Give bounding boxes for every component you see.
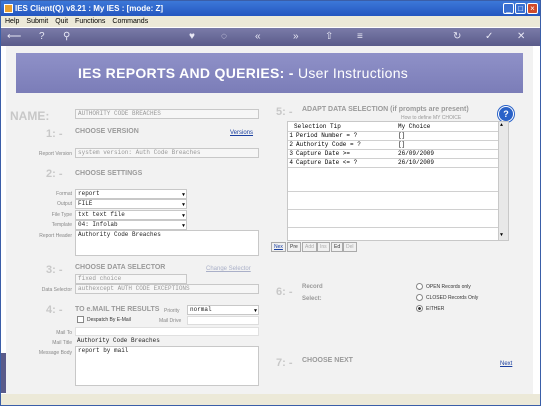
name-label: NAME: <box>10 109 50 123</box>
col-selection-tip: Selection Tip <box>294 123 341 130</box>
col-my-choice: My Choice <box>398 123 431 130</box>
mail-drive-field[interactable] <box>187 316 259 325</box>
output-label: Output <box>56 201 72 207</box>
chevron-down-icon: ▼ <box>253 308 257 314</box>
minimize-button[interactable]: _ <box>503 3 514 14</box>
despatch-checkbox[interactable]: Despatch By E-Mail <box>77 316 131 323</box>
report-header-label: Report Header <box>39 233 72 239</box>
history-icon[interactable]: ◌ <box>221 31 227 43</box>
insert-row-button[interactable]: Ins <box>317 242 330 252</box>
data-selector-label: Data Selector <box>41 287 72 293</box>
chevron-down-icon: ▼ <box>181 223 185 229</box>
template-select[interactable]: 04: Infolab ▼ <box>75 220 187 230</box>
data-selector-field[interactable]: authexcept AUTH CODE EXCEPTIONS <box>75 284 259 294</box>
step-1-label: 1: - <box>46 128 63 140</box>
adapt-selection-heading: ADAPT DATA SELECTION (if prompts are pre… <box>302 106 469 113</box>
app-window: IES Client(Q) v8.21 : My IES : [mode: Z]… <box>0 0 541 406</box>
scroll-down-icon[interactable]: ▼ <box>500 232 503 238</box>
choose-version-heading: CHOOSE VERSION <box>75 128 139 135</box>
select-label: Select: <box>302 296 322 302</box>
main-content: IES REPORTS AND QUERIES: - User Instruct… <box>6 46 533 394</box>
choose-data-selector-heading: CHOOSE DATA SELECTOR <box>75 264 166 271</box>
mail-to-field[interactable] <box>75 327 259 336</box>
report-version-label: Report Version <box>38 151 72 157</box>
report-name-field[interactable]: AUTHORITY CODE BREACHES <box>75 109 259 119</box>
cancel-icon[interactable]: ✕ <box>517 31 525 43</box>
record-label: Record <box>302 284 323 290</box>
next-link[interactable]: Next <box>500 361 512 367</box>
radio-closed-records[interactable]: CLOSED Records Only <box>416 294 478 301</box>
window-title: IES Client(Q) v8.21 : My IES : [mode: Z] <box>15 4 164 13</box>
radio-either[interactable]: EITHER <box>416 305 444 312</box>
edit-row-button[interactable]: Ed <box>331 242 344 252</box>
help-icon[interactable]: ? <box>39 31 45 43</box>
menu-help[interactable]: Help <box>5 18 19 25</box>
menu-quit[interactable]: Quit <box>55 18 68 25</box>
selection-table: Selection Tip My Choice 1 Period Number = … <box>287 121 509 241</box>
message-body-label: Message Body <box>38 350 72 356</box>
menu-commands[interactable]: Commands <box>112 18 148 25</box>
chevron-down-icon: ▼ <box>181 202 185 208</box>
up-icon[interactable]: ⇧ <box>325 31 333 43</box>
delete-row-button[interactable]: Del <box>343 242 357 252</box>
file-type-label: File Type <box>51 212 72 218</box>
format-label: Format <box>56 191 72 197</box>
close-button[interactable]: × <box>527 3 538 14</box>
list-icon[interactable]: ≡ <box>357 31 363 43</box>
step-3-label: 3: - <box>46 264 63 276</box>
help-icon[interactable]: ? <box>498 106 514 122</box>
versions-link[interactable]: Versions <box>230 130 253 136</box>
prev-row-button[interactable]: Pre <box>287 242 301 252</box>
heart-icon[interactable]: ♥ <box>189 31 195 43</box>
step-7-label: 7: - <box>276 357 293 369</box>
priority-label: Priority <box>164 308 180 314</box>
back-icon[interactable]: ⟵ <box>7 31 21 43</box>
step-2-label: 2: - <box>46 168 63 180</box>
message-body-field[interactable]: report by mail <box>75 346 259 386</box>
mail-drive-label: Mail Drive <box>159 318 182 324</box>
email-results-heading: TO e.MAIL THE RESULTS <box>75 306 160 313</box>
menu-functions[interactable]: Functions <box>75 18 105 25</box>
change-selector-link[interactable]: Change Selector <box>206 266 251 272</box>
fixed-choice-field: fixed choice <box>75 274 187 284</box>
search-icon[interactable]: ⚲ <box>63 31 70 43</box>
add-row-button[interactable]: Add <box>302 242 317 252</box>
banner: IES REPORTS AND QUERIES: - User Instruct… <box>16 53 523 93</box>
file-type-select[interactable]: txt text file ▼ <box>75 210 187 220</box>
side-panel <box>1 353 6 393</box>
template-label: Template <box>51 222 72 228</box>
report-header-field[interactable]: Authority Code Breaches <box>75 230 259 256</box>
title-bar: IES Client(Q) v8.21 : My IES : [mode: Z]… <box>1 1 540 16</box>
maximize-button[interactable]: □ <box>515 3 526 14</box>
format-select[interactable]: report ▼ <box>75 189 187 199</box>
forward-icon[interactable]: » <box>293 31 299 43</box>
status-bar <box>1 394 540 405</box>
priority-select[interactable]: normal ▼ <box>187 305 259 315</box>
mail-title-field[interactable]: Authority Code Breaches <box>75 337 259 346</box>
table-scrollbar[interactable]: ▲ ▼ <box>498 122 508 240</box>
choose-next-heading: CHOOSE NEXT <box>302 357 353 364</box>
chevron-down-icon: ▼ <box>181 213 185 219</box>
report-version-field[interactable]: system version: Auth Code Breaches <box>75 148 259 158</box>
mail-title-label: Mail Title <box>52 340 72 346</box>
app-icon <box>4 4 13 13</box>
output-select[interactable]: FILE ▼ <box>75 199 187 209</box>
step-4-label: 4: - <box>46 304 63 316</box>
chevron-down-icon: ▼ <box>181 192 185 198</box>
next-row-button[interactable]: Nex <box>271 242 286 252</box>
mail-to-label: Mail To <box>56 330 72 336</box>
step-6-label: 6: - <box>276 286 293 298</box>
radio-open-records[interactable]: OPEN Records only <box>416 283 471 290</box>
menu-submit[interactable]: Submit <box>26 18 48 25</box>
page-title: IES REPORTS AND QUERIES: - User Instruct… <box>78 65 409 81</box>
toolbar: ⟵ ? ⚲ ♥ ◌ « » ⇧ ≡ ↻ ✓ ✕ <box>1 28 540 46</box>
step-5-label: 5: - <box>276 106 293 118</box>
scroll-up-icon[interactable]: ▲ <box>500 122 503 128</box>
confirm-icon[interactable]: ✓ <box>485 31 493 43</box>
rewind-icon[interactable]: « <box>255 31 261 43</box>
refresh-icon[interactable]: ↻ <box>453 31 461 43</box>
menu-bar: Help Submit Quit Functions Commands <box>1 16 540 27</box>
choose-settings-heading: CHOOSE SETTINGS <box>75 170 143 177</box>
